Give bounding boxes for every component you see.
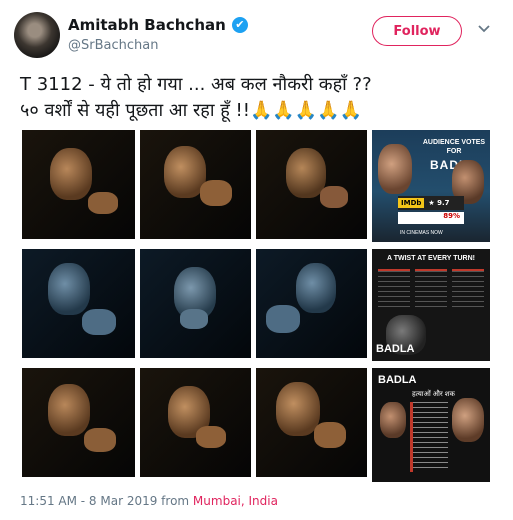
verified-badge-icon: ✔ — [231, 17, 248, 33]
tweet-line-2-text: ५० वर्शों से यही पूछता आ रहा हूँ !! — [20, 100, 250, 121]
poster-3-subtitle: हत्याओं और शक — [412, 391, 455, 398]
poster-badla-hindi[interactable]: BADLA हत्याओं और शक — [372, 368, 490, 482]
follow-button[interactable]: Follow — [372, 16, 462, 46]
poster-3-text-block — [412, 402, 448, 472]
poster-3-face-left — [380, 402, 406, 438]
photo-3[interactable] — [256, 130, 367, 239]
tweet-timestamp: 11:51 AM - 8 Mar 2019 from Mumbai, India — [20, 494, 278, 508]
poster-twist[interactable]: A TWIST AT EVERY TURN! BADLA — [372, 249, 490, 361]
photo-5[interactable] — [140, 249, 251, 358]
poster-1-face-left — [378, 144, 412, 194]
photo-1[interactable] — [22, 130, 135, 239]
timestamp-text[interactable]: 11:51 AM - 8 Mar 2019 from — [20, 494, 193, 508]
tweet-line-1: T 3112 - ये तो हो गया ... अब कल नौकरी कह… — [20, 74, 372, 95]
tweet-text: T 3112 - ये तो हो गया ... अब कल नौकरी कह… — [20, 72, 500, 124]
poster-3-accent-bar — [410, 402, 413, 472]
name-row: Amitabh Bachchan ✔ — [68, 16, 248, 34]
poster-2-col-left — [378, 269, 410, 311]
user-handle[interactable]: @SrBachchan — [68, 38, 158, 53]
location-link[interactable]: Mumbai, India — [193, 494, 278, 508]
display-name[interactable]: Amitabh Bachchan — [68, 16, 226, 34]
photo-9[interactable] — [256, 368, 367, 477]
poster-audience-votes[interactable]: AUDIENCE VOTES FOR BADLA IMDb ★ 9.7 89% … — [372, 130, 490, 242]
photo-4[interactable] — [22, 249, 135, 358]
folded-hands-emoji: 🙏🙏🙏🙏🙏 — [249, 100, 363, 121]
poster-2-col-right — [452, 269, 484, 311]
tweet-line-2: ५० वर्शों से यही पूछता आ रहा हूँ !!🙏🙏🙏🙏🙏 — [20, 98, 500, 124]
poster-1-footer: IN CINEMAS NOW — [400, 230, 443, 236]
photo-7[interactable] — [22, 368, 135, 477]
poster-2-col-mid — [415, 269, 447, 311]
tweet-header: Amitabh Bachchan ✔ @SrBachchan Follow — [12, 12, 502, 62]
poster-1-header: AUDIENCE VOTES FOR — [422, 139, 486, 155]
avatar[interactable] — [14, 12, 60, 58]
imdb-score: ★ 9.7 — [428, 199, 450, 207]
poster-3-face-right — [452, 398, 484, 442]
poster-2-header: A TWIST AT EVERY TURN! — [386, 255, 476, 262]
tomato-score: 89% — [443, 212, 460, 220]
photo-2[interactable] — [140, 130, 251, 239]
chevron-down-icon[interactable] — [476, 22, 492, 38]
photo-8[interactable] — [140, 368, 251, 477]
poster-2-title: BADLA — [376, 343, 415, 355]
poster-1-imdb-badge: IMDb ★ 9.7 — [398, 196, 464, 210]
imdb-label: IMDb — [398, 198, 425, 208]
poster-3-title: BADLA — [378, 374, 417, 386]
media-grid[interactable]: AUDIENCE VOTES FOR BADLA IMDb ★ 9.7 89% … — [22, 130, 492, 482]
photo-6[interactable] — [256, 249, 367, 358]
poster-1-tomato-badge: 89% — [398, 212, 464, 224]
